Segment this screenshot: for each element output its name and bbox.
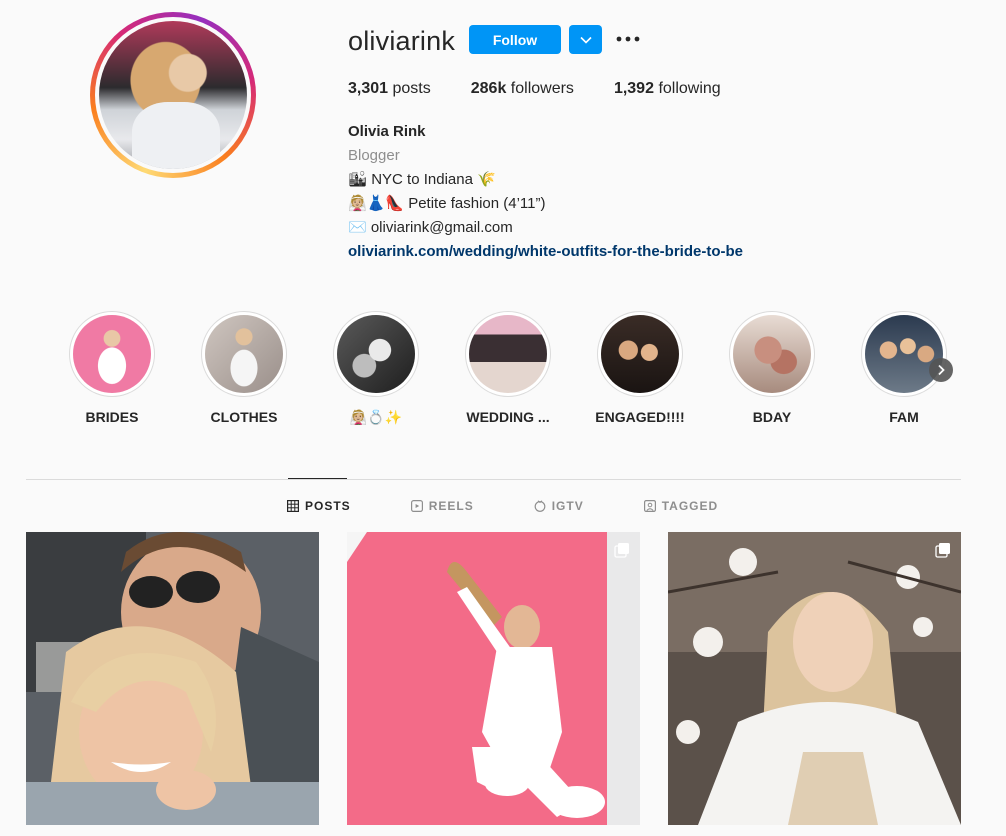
highlight-label: BRIDES bbox=[85, 409, 139, 425]
follow-button[interactable]: Follow bbox=[469, 25, 561, 54]
profile-stats: 3,301 posts 286k followers 1,392 followi… bbox=[348, 80, 761, 98]
more-options-button[interactable] bbox=[614, 28, 642, 50]
tab-posts[interactable]: POSTS bbox=[287, 499, 351, 513]
chevron-down-icon bbox=[579, 36, 592, 44]
avatar-photo bbox=[99, 21, 247, 169]
suggested-dropdown-button[interactable] bbox=[569, 25, 602, 54]
highlight-label: ENGAGED!!!! bbox=[595, 409, 685, 425]
highlight-cover bbox=[337, 315, 415, 393]
bio-line-email: ✉️ oliviarink@gmail.com bbox=[348, 219, 513, 236]
post-thumbnail[interactable] bbox=[26, 532, 319, 825]
post-image-couple-selfie bbox=[26, 532, 319, 825]
highlight-engaged[interactable]: ENGAGED!!!! bbox=[585, 311, 695, 425]
highlight-cover bbox=[469, 315, 547, 393]
posts-stat: 3,301 posts bbox=[348, 80, 431, 98]
following-count: 1,392 bbox=[613, 80, 654, 97]
bio-line-fashion: 👰🏼👗👠 Petite fashion (4’11”) bbox=[348, 195, 546, 212]
post-image-magnolia-portrait bbox=[668, 532, 961, 825]
tab-label: IGTV bbox=[551, 499, 584, 513]
highlights-next-button[interactable] bbox=[929, 358, 953, 382]
tab-label: REELS bbox=[428, 499, 474, 513]
highlight-cover bbox=[205, 315, 283, 393]
tab-label: POSTS bbox=[305, 499, 351, 513]
reels-icon bbox=[410, 500, 423, 512]
more-dots-icon bbox=[616, 36, 640, 42]
posts-count: 3,301 bbox=[348, 80, 389, 97]
bio-website-link[interactable]: oliviarink.com/wedding/white-outfits-for… bbox=[348, 240, 743, 264]
profile-tabs: POSTS REELS IGTV TAGGED bbox=[287, 499, 718, 513]
highlight-brides[interactable]: BRIDES bbox=[57, 311, 167, 425]
category-label: Blogger bbox=[348, 147, 400, 164]
highlight-cover bbox=[733, 315, 811, 393]
active-tab-indicator bbox=[288, 478, 347, 479]
highlight-label: BDAY bbox=[752, 409, 792, 425]
post-thumbnail[interactable] bbox=[347, 532, 640, 825]
grid-icon bbox=[287, 500, 299, 512]
username: oliviarink bbox=[348, 26, 456, 56]
highlight-bday[interactable]: BDAY bbox=[717, 311, 827, 425]
followers-label: followers bbox=[510, 80, 574, 97]
profile-bio: Olivia Rink Blogger 🏙 NYC to Indiana 🌾 👰… bbox=[348, 120, 743, 264]
highlight-label: WEDDING ... bbox=[466, 409, 550, 425]
tab-igtv[interactable]: IGTV bbox=[534, 499, 584, 513]
post-image-pink-backdrop bbox=[347, 532, 640, 825]
following-label: following bbox=[658, 80, 721, 97]
followers-stat[interactable]: 286k followers bbox=[471, 80, 574, 98]
highlight-clothes[interactable]: CLOTHES bbox=[189, 311, 299, 425]
tab-tagged[interactable]: TAGGED bbox=[643, 499, 719, 513]
post-thumbnail[interactable] bbox=[668, 532, 961, 825]
full-name: Olivia Rink bbox=[348, 123, 426, 140]
following-stat[interactable]: 1,392 following bbox=[614, 80, 721, 98]
highlight-wedding[interactable]: WEDDING ... bbox=[453, 311, 563, 425]
highlight-cover bbox=[73, 315, 151, 393]
tab-reels[interactable]: REELS bbox=[410, 499, 474, 513]
tabs-divider bbox=[26, 479, 961, 480]
multiple-photos-icon bbox=[614, 543, 629, 558]
highlight-label: FAM bbox=[889, 409, 919, 425]
posts-label: posts bbox=[392, 80, 431, 97]
igtv-icon bbox=[534, 500, 546, 512]
highlight-cover bbox=[865, 315, 943, 393]
chevron-right-icon bbox=[938, 364, 945, 376]
highlight-ring[interactable]: 👰🏼💍✨ bbox=[321, 311, 431, 426]
tab-label: TAGGED bbox=[661, 499, 719, 513]
tagged-icon bbox=[643, 500, 656, 512]
highlight-cover bbox=[601, 315, 679, 393]
bio-line-location: 🏙 NYC to Indiana 🌾 bbox=[348, 171, 496, 188]
multiple-photos-icon bbox=[935, 543, 950, 558]
followers-count: 286k bbox=[470, 80, 507, 97]
highlight-label: 👰🏼💍✨ bbox=[349, 409, 403, 425]
highlight-label: CLOTHES bbox=[210, 409, 278, 425]
profile-avatar[interactable] bbox=[90, 12, 256, 178]
